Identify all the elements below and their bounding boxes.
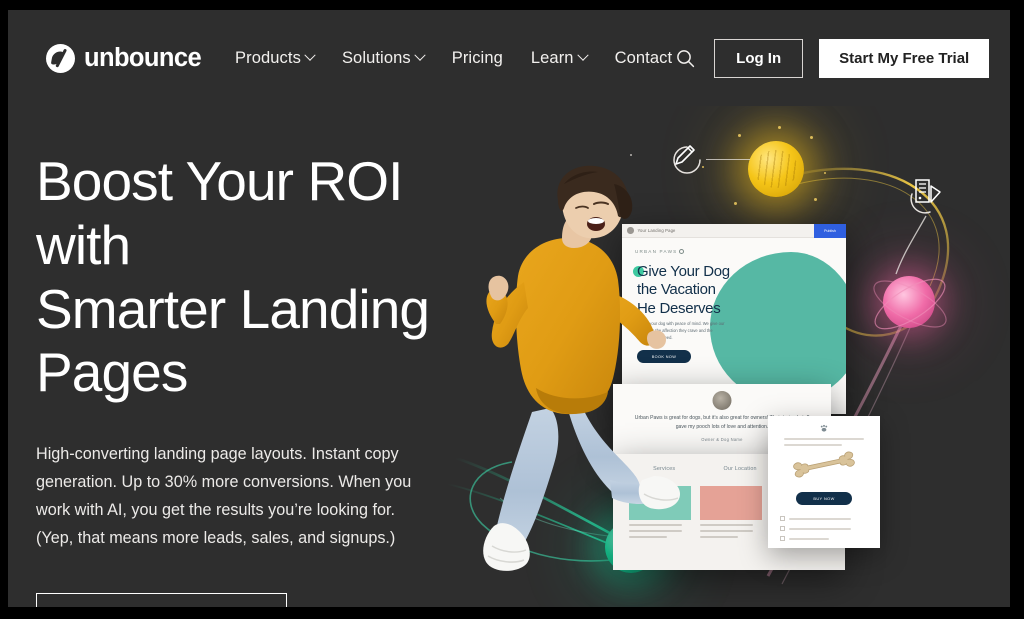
- hero-artwork: Your Landing Page Publish URBAN PAWS Giv…: [438, 106, 1010, 607]
- start-building-for-free-button[interactable]: Start Building For Free: [36, 592, 288, 607]
- mockup-buy-now-button[interactable]: BUY NOW: [796, 492, 852, 505]
- nav-item-solutions[interactable]: Solutions: [341, 48, 426, 68]
- woman-in-yellow-sweater-jumping: [483, 165, 680, 571]
- headline-line-3: Pages: [36, 341, 188, 404]
- nav-label-learn: Learn: [530, 48, 574, 67]
- nav-label-products: Products: [235, 48, 301, 67]
- hero-content: Boost Your ROI with Smarter Landing Page…: [36, 150, 466, 607]
- nav-actions: Log In Start My Free Trial: [672, 38, 990, 78]
- nav-item-learn[interactable]: Learn: [530, 48, 589, 68]
- nav-item-products[interactable]: Products: [235, 48, 316, 68]
- mockup-product-card: BUY NOW: [768, 416, 880, 548]
- testimonial-avatar: [712, 391, 732, 410]
- start-free-trial-button[interactable]: Start My Free Trial: [819, 38, 990, 78]
- nav-label-solutions: Solutions: [341, 48, 411, 67]
- nav-item-pricing[interactable]: Pricing: [452, 49, 503, 68]
- paw-print-icon: [820, 424, 828, 432]
- palette-connector: [895, 215, 927, 275]
- brand-logo[interactable]: unbounce: [46, 43, 202, 73]
- chevron-down-icon: [414, 49, 426, 61]
- chevron-down-icon: [304, 49, 316, 61]
- headline-line-1: Boost Your ROI with: [36, 150, 403, 276]
- nav-label-contact: Contact: [614, 48, 673, 67]
- checkbox-icon: [780, 516, 785, 521]
- login-button[interactable]: Log In: [714, 38, 804, 78]
- headline-line-2: Smarter Landing: [36, 277, 430, 340]
- checkbox-icon: [780, 526, 785, 531]
- main-navigation: unbounce Products Solutions Pricing Lear…: [8, 10, 1010, 106]
- dog-bone-image: [793, 451, 855, 478]
- nav-item-contact[interactable]: Contact: [615, 49, 673, 68]
- section-heading-location: Our Location: [723, 466, 757, 472]
- brand-name: unbounce: [84, 43, 202, 72]
- hero-headline: Boost Your ROI with Smarter Landing Page…: [36, 150, 466, 405]
- search-icon[interactable]: [672, 45, 698, 71]
- chevron-down-icon: [576, 49, 589, 61]
- nav-links: Products Solutions Pricing Learn Contact: [235, 49, 672, 68]
- thumbnail-image: [700, 486, 762, 520]
- feature-row: [780, 516, 851, 521]
- thumbnail-item: [700, 486, 762, 538]
- nav-label-pricing: Pricing: [451, 48, 503, 67]
- screenshot-frame: unbounce Products Solutions Pricing Lear…: [0, 0, 1024, 619]
- yellow-glow-orb: [748, 141, 804, 197]
- feature-row: [780, 536, 829, 541]
- unbounce-circle-logo-icon: [46, 43, 75, 73]
- hero-subcopy: High-converting landing page layouts. In…: [36, 445, 412, 547]
- color-palette-icon: [904, 174, 946, 216]
- page-root: unbounce Products Solutions Pricing Lear…: [8, 10, 1010, 607]
- mockup-publish-button[interactable]: Publish: [814, 224, 846, 238]
- feature-row: [780, 526, 851, 531]
- checkbox-icon: [780, 536, 785, 541]
